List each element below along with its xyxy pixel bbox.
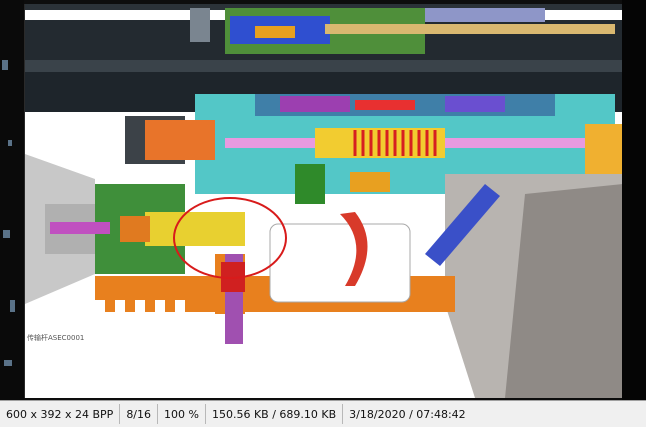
bolt: [145, 212, 245, 246]
status-zoom: 100 %: [158, 404, 206, 424]
trigger-window: [269, 223, 411, 303]
left-background-strip: [0, 0, 24, 400]
status-bar: 600 x 392 x 24 BPP 8/16 100 % 150.56 KB …: [0, 400, 646, 427]
status-image-info: 600 x 392 x 24 BPP: [0, 404, 121, 424]
image-viewport[interactable]: 传输杆ASEC0001: [24, 4, 623, 398]
recoil-spring: [315, 128, 445, 158]
status-file-size: 150.56 KB / 689.10 KB: [206, 404, 344, 424]
cad-drawing: 传输杆ASEC0001: [25, 4, 623, 398]
status-page: 8/16: [120, 404, 159, 424]
part-label: 传输杆ASEC0001: [27, 333, 84, 342]
status-datetime: 3/18/2020 / 07:48:42: [349, 407, 466, 421]
right-background-strip: [622, 0, 646, 400]
rod-top: [325, 24, 615, 34]
